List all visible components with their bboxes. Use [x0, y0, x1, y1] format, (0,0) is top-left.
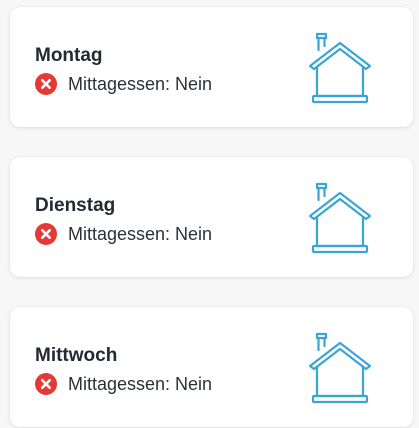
house-icon: [308, 332, 372, 404]
lunch-status-row: Mittagessen: Nein: [35, 73, 212, 95]
house-icon: [308, 182, 372, 254]
day-title: Mittwoch: [35, 345, 118, 366]
day-card-text: Dienstag Mittagessen: Nein: [35, 195, 212, 245]
x-circle-icon: [35, 73, 57, 95]
day-card-text: Mittwoch Mittagessen: Nein: [35, 345, 212, 395]
day-title: Dienstag: [35, 195, 116, 216]
day-title: Montag: [35, 45, 103, 66]
x-circle-icon: [35, 223, 57, 245]
day-card-text: Montag Mittagessen: Nein: [35, 45, 212, 95]
day-card-mittwoch[interactable]: Mittwoch Mittagessen: Nein: [10, 307, 413, 427]
lunch-status-row: Mittagessen: Nein: [35, 223, 212, 245]
lunch-status-label: Mittagessen: Nein: [68, 374, 213, 394]
x-circle-icon: [35, 373, 57, 395]
house-icon: [308, 32, 372, 104]
lunch-status-row: Mittagessen: Nein: [35, 373, 212, 395]
lunch-status-label: Mittagessen: Nein: [68, 224, 213, 244]
lunch-status-label: Mittagessen: Nein: [68, 74, 213, 94]
day-card-dienstag[interactable]: Dienstag Mittagessen: Nein: [10, 157, 413, 277]
day-card-montag[interactable]: Montag Mittagessen: Nein: [10, 7, 413, 127]
